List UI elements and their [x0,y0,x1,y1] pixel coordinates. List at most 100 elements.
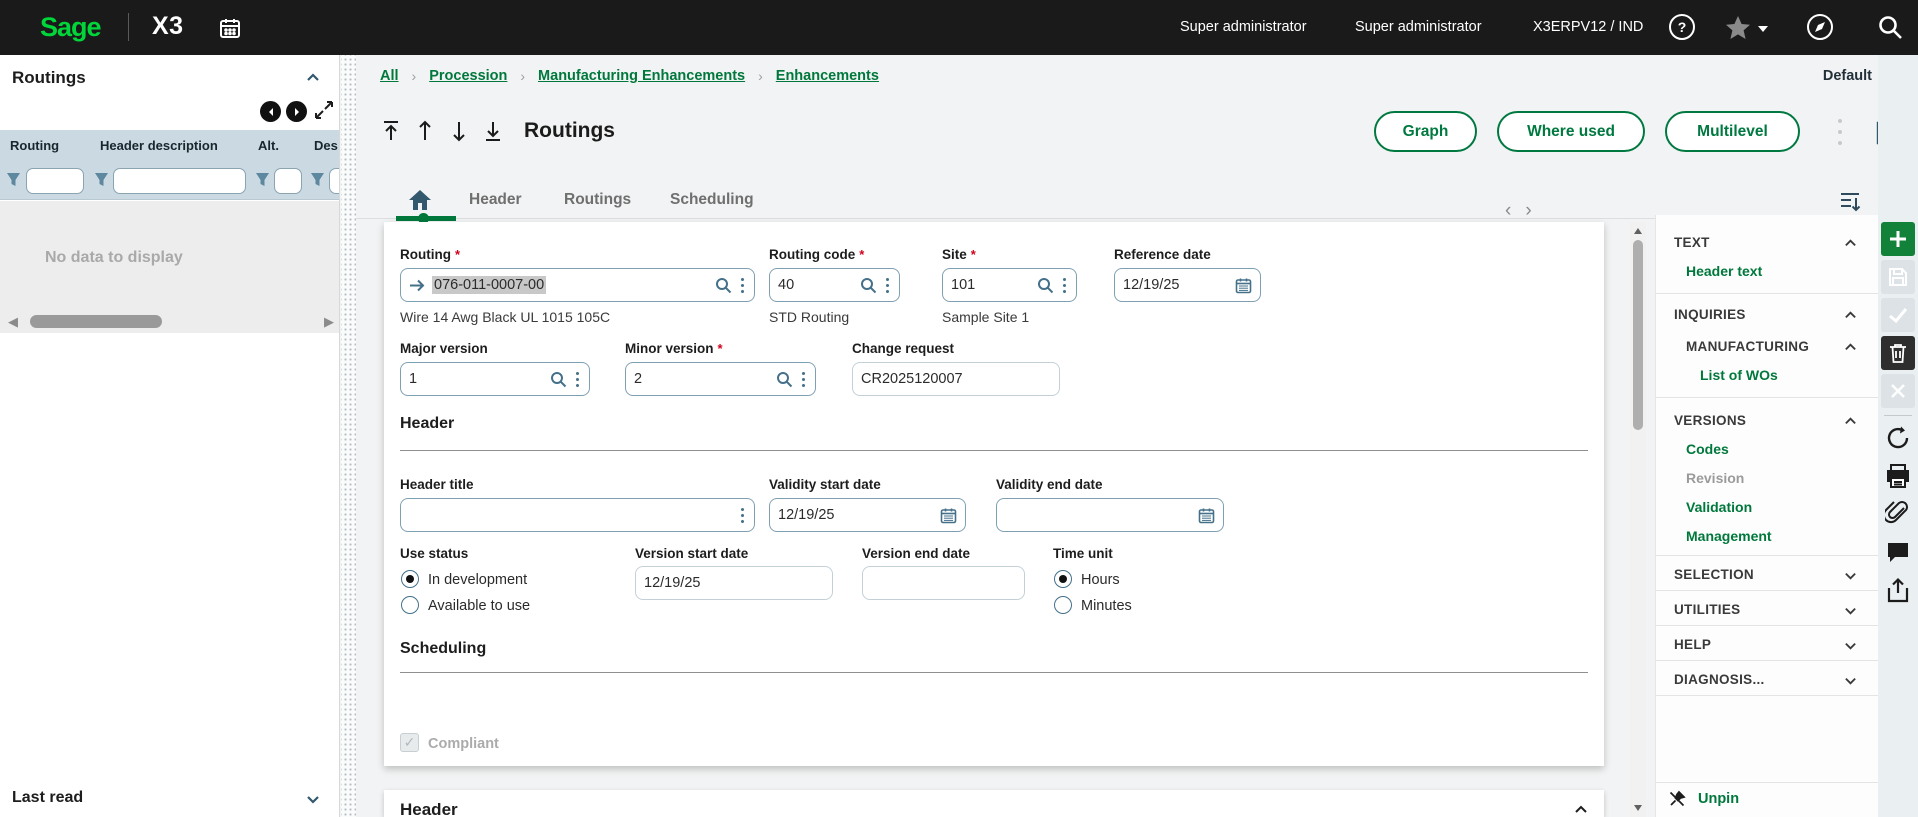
tab-scheduling[interactable]: Scheduling [670,191,754,209]
link-management[interactable]: Management [1686,528,1772,544]
column-header-des[interactable]: Des [314,138,338,153]
breadcrumb-procession[interactable]: Procession [429,68,507,84]
section-help[interactable]: HELP [1674,637,1711,652]
main-vertical-scrollbar[interactable] [1630,222,1646,817]
navigation-compass-icon[interactable] [1806,13,1834,41]
panel-resize-handle[interactable] [341,55,356,817]
link-validation[interactable]: Validation [1686,499,1752,515]
field-options-icon[interactable] [741,507,744,523]
filter-input-des[interactable] [329,168,339,194]
favorites-star-icon[interactable] [1724,14,1752,42]
filter-input-alt[interactable] [274,168,302,194]
breadcrumb-manufacturing-enhancements[interactable]: Manufacturing Enhancements [538,68,745,84]
attachment-paperclip-icon[interactable] [1885,501,1911,527]
section-text[interactable]: TEXT [1674,235,1710,250]
sage-logo[interactable]: Sage [40,12,102,43]
breadcrumb-enhancements[interactable]: Enhancements [776,68,879,84]
use-status-option-in-development[interactable]: In development [428,572,527,588]
help-icon[interactable]: ? [1668,13,1696,41]
collapse-section-chevron-icon[interactable] [1574,802,1588,816]
filter-funnel-icon[interactable] [310,172,325,188]
version-end-date-field[interactable] [862,566,1025,600]
delete-button[interactable] [1881,336,1915,370]
expand-all-sections-icon[interactable] [1838,190,1862,214]
routing-field[interactable]: 076-011-0007-00 [400,268,755,302]
multilevel-button[interactable]: Multilevel [1665,111,1800,152]
first-record-icon[interactable] [380,119,402,143]
scroll-left-arrow-icon[interactable]: ◀ [8,315,18,328]
last-record-icon[interactable] [482,119,504,143]
minor-version-field[interactable]: 2 [625,362,816,396]
column-header-routing[interactable]: Routing [10,138,59,153]
environment-label[interactable]: X3ERPV12 / IND [1533,19,1643,35]
list-prev-page-button[interactable] [260,101,281,122]
field-options-icon[interactable] [1063,277,1066,293]
product-name[interactable]: X3 [152,12,184,41]
comment-bubble-icon[interactable] [1885,539,1911,565]
section-diagnosis[interactable]: DIAGNOSIS... [1674,672,1765,687]
site-field[interactable]: 101 [942,268,1077,302]
previous-record-icon[interactable] [414,119,436,143]
use-status-radio-available-to-use[interactable] [401,596,419,614]
new-record-button[interactable] [1881,222,1915,256]
filter-funnel-icon[interactable] [6,172,21,188]
column-header-header-description[interactable]: Header description [100,138,218,153]
change-request-field[interactable]: CR2025120007 [852,362,1060,396]
calendar-icon[interactable] [218,16,242,40]
last-read-bar[interactable]: Last read [0,783,339,817]
calendar-icon[interactable] [1235,277,1252,294]
print-icon[interactable] [1885,463,1911,489]
reference-date-field[interactable]: 12/19/25 [1114,268,1261,302]
next-record-icon[interactable] [448,119,470,143]
time-unit-radio-hours[interactable] [1054,570,1072,588]
validity-start-date-field[interactable]: 12/19/25 [769,498,966,532]
share-export-icon[interactable] [1885,577,1911,603]
last-read-chevron-icon[interactable] [306,792,320,806]
link-list-of-wos[interactable]: List of WOs [1700,367,1778,383]
filter-input-header-description[interactable] [113,168,246,194]
lookup-magnifier-icon[interactable] [860,277,877,294]
field-options-icon[interactable] [802,371,805,387]
time-unit-option-minutes[interactable]: Minutes [1081,598,1132,614]
more-actions-menu[interactable] [1838,119,1842,145]
scroll-down-arrow-icon[interactable] [1634,805,1642,811]
home-tab-icon[interactable] [408,189,432,211]
user-role[interactable]: Super administrator [1180,19,1307,35]
scroll-up-arrow-icon[interactable] [1634,228,1642,234]
section-utilities[interactable]: UTILITIES [1674,602,1740,617]
search-icon[interactable] [1876,13,1904,41]
scrollbar-thumb[interactable] [1633,240,1643,430]
scrollbar-thumb[interactable] [30,315,162,328]
link-header-text[interactable]: Header text [1686,263,1762,279]
tab-header[interactable]: Header [469,191,522,209]
favorites-caret-icon[interactable] [1758,26,1768,32]
lookup-magnifier-icon[interactable] [776,371,793,388]
field-options-icon[interactable] [576,371,579,387]
column-header-alt[interactable]: Alt. [258,138,279,153]
validity-end-date-field[interactable] [996,498,1224,532]
field-options-icon[interactable] [886,277,889,293]
time-unit-radio-minutes[interactable] [1054,596,1072,614]
lookup-magnifier-icon[interactable] [550,371,567,388]
field-options-icon[interactable] [741,277,744,293]
user-name[interactable]: Super administrator [1355,19,1482,35]
list-next-page-button[interactable] [286,101,307,122]
calendar-icon[interactable] [940,507,957,524]
use-status-option-available-to-use[interactable]: Available to use [428,598,530,614]
list-horizontal-scrollbar[interactable]: ◀ ▶ [0,311,339,333]
refresh-icon[interactable] [1885,425,1911,451]
header-title-field[interactable] [400,498,755,532]
unpin-panel-button[interactable]: Unpin [1656,782,1879,817]
breadcrumb-all[interactable]: All [380,68,399,84]
filter-funnel-icon[interactable] [255,172,270,188]
use-status-radio-in-development[interactable] [401,570,419,588]
calendar-icon[interactable] [1198,507,1215,524]
scroll-right-arrow-icon[interactable]: ▶ [324,315,334,328]
graph-button[interactable]: Graph [1374,111,1477,152]
subsection-manufacturing[interactable]: MANUFACTURING [1686,339,1809,354]
section-inquiries[interactable]: INQUIRIES [1674,307,1746,322]
time-unit-option-hours[interactable]: Hours [1081,572,1120,588]
lookup-magnifier-icon[interactable] [715,277,732,294]
section-versions[interactable]: VERSIONS [1674,413,1746,428]
jump-to-record-icon[interactable] [409,277,426,294]
